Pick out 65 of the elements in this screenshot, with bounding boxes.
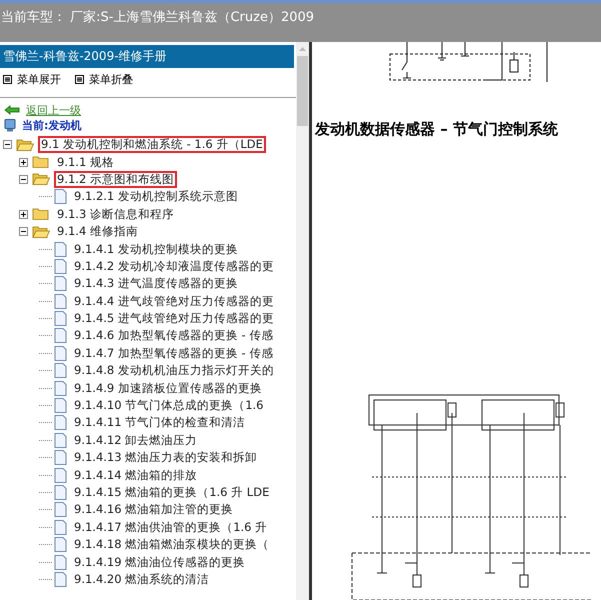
section-heading: 发动机数据传感器 – 节气门控制系统	[315, 120, 559, 139]
tree-item[interactable]: 9.1.3 诊断信息和程序	[54, 206, 177, 223]
tree-item[interactable]: 9.1.4.13 燃油压力表的安装和拆卸	[71, 449, 260, 466]
document-icon	[54, 502, 67, 518]
document-icon	[54, 294, 67, 309]
document-icon	[54, 189, 67, 204]
tree-item[interactable]: 9.1.1 规格	[54, 154, 117, 171]
open-folder-icon	[32, 224, 50, 239]
tree-item[interactable]: 9.1.4.12 卸去燃油压力	[71, 432, 200, 449]
tree-item[interactable]: 9.1.4.15 燃油箱的更换（1.6 升 LDE	[71, 484, 272, 501]
folder-icon	[32, 155, 50, 170]
back-arrow-icon	[4, 105, 20, 115]
tree-item[interactable]: 9.1.4.16 燃油箱加注管的更换	[71, 501, 236, 518]
document-icon	[54, 346, 67, 361]
tree-item[interactable]: 9.1.4.1 发动机控制模块的更换	[71, 240, 241, 258]
back-link[interactable]: 返回上一级	[26, 102, 81, 118]
tree-item[interactable]: 9.1.4.14 燃油箱的排放	[71, 466, 200, 484]
tree-item[interactable]: 9.1.4.18 燃油箱燃油泵模块的更换（	[71, 536, 272, 554]
document-icon	[54, 398, 67, 414]
tree-item[interactable]: 9.1 发动机控制和燃油系统 - 1.6 升（LDE	[38, 136, 266, 154]
tree-item[interactable]: 9.1.4.6 加热型氧传感器的更换 - 传感	[71, 327, 276, 344]
list-icon	[75, 75, 84, 84]
document-icon	[54, 554, 67, 570]
document-icon	[54, 276, 67, 292]
tree-item[interactable]: 9.1.4.17 燃油供油管的更换（1.6 升	[71, 518, 270, 536]
tree-item[interactable]: 9.1.4.10 节气门体总成的更换（1.6	[71, 397, 266, 414]
scrollbar-thumb[interactable]	[297, 56, 308, 126]
vehicle-title: 当前车型： 厂家:S-上海雪佛兰科鲁兹（Cruze）2009	[1, 10, 314, 25]
tree-item[interactable]: 9.1.4.2 发动机冷却液温度传感器的更	[71, 258, 277, 275]
document-icon	[54, 311, 67, 326]
document-icon	[54, 520, 67, 535]
document-icon	[54, 328, 67, 344]
tree-item[interactable]: 9.1.4.11 节气门体的检查和清洁	[71, 414, 248, 432]
open-folder-icon	[16, 138, 34, 152]
tree-item[interactable]: 9.1.4 维修指南	[54, 223, 141, 240]
tree-item[interactable]: 9.1.4.7 加热型氧传感器的更换 - 传感	[71, 344, 276, 362]
document-icon	[54, 537, 67, 552]
document-icon	[54, 415, 67, 430]
open-folder-icon	[32, 172, 50, 186]
document-icon	[54, 572, 67, 587]
document-icon	[54, 258, 67, 274]
tree-item[interactable]: 9.1.4.4 进气歧管绝对压力传感器的更	[71, 292, 277, 310]
folder-icon	[32, 207, 50, 222]
tree-item[interactable]: 9.1.4.19 燃油油位传感器的更换	[71, 554, 248, 571]
tree-item[interactable]: 9.1.4.5 进气歧管绝对压力传感器的更	[71, 310, 277, 328]
tree-item[interactable]: 9.1.4.3 进气温度传感器的更换	[71, 275, 241, 292]
document-icon	[54, 242, 67, 257]
tree-item[interactable]: 9.1.2 示意图和布线图	[54, 170, 177, 188]
document-icon	[54, 363, 67, 378]
current-section: 当前:发动机	[22, 118, 82, 133]
tree-item[interactable]: 9.1.4.8 发动机机油压力指示灯开关的	[71, 362, 277, 380]
document-icon	[54, 380, 67, 396]
document-icon	[54, 468, 67, 483]
document-icon	[54, 450, 67, 466]
manual-title: 雪佛兰-科鲁兹-2009-维修手册	[0, 45, 294, 68]
list-icon	[3, 75, 12, 84]
scrollbar-track[interactable]	[296, 42, 309, 600]
tree-item[interactable]: 9.1.4.9 加速踏板位置传感器的更换	[71, 380, 265, 397]
document-icon	[54, 432, 67, 448]
menu-item[interactable]: 菜单展开	[3, 72, 61, 87]
menu-item[interactable]: 菜单折叠	[75, 72, 133, 87]
tree-item[interactable]: 9.1.4.20 燃油系统的清洁	[71, 570, 212, 588]
tree-item[interactable]: 9.1.2.1 发动机控制系统示意图	[71, 188, 241, 206]
document-icon	[54, 485, 67, 500]
computer-icon	[4, 119, 16, 132]
